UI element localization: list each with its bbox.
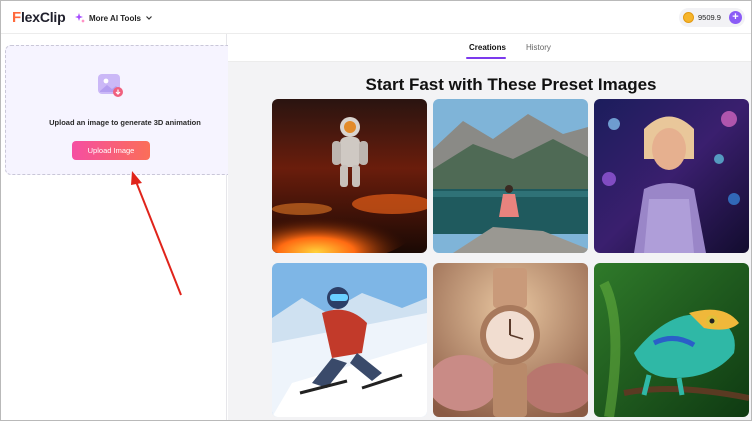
logo-text: lexClip (20, 9, 66, 25)
sparkle-icon (75, 13, 85, 23)
upload-panel: Upload an image to generate 3D animation… (1, 34, 245, 420)
preset-image-neon-portrait[interactable] (594, 99, 749, 253)
image-upload-icon (98, 74, 123, 97)
app-window: FlexClip More AI Tools 9509.9 + Upload a… (0, 0, 752, 421)
active-tab-indicator (466, 57, 506, 59)
credits-value: 9509.9 (698, 13, 721, 22)
flexclip-logo[interactable]: FlexClip (12, 7, 66, 27)
page-title: Start Fast with These Preset Images (365, 75, 657, 94)
credits-badge[interactable]: 9509.9 + (679, 8, 745, 27)
tab-creations[interactable]: Creations (469, 43, 506, 52)
chevron-down-icon (146, 16, 152, 20)
logo-initial: F (12, 8, 21, 26)
watch-image (433, 263, 588, 417)
more-ai-tools-label: More AI Tools (89, 13, 141, 23)
upload-hint: Upload an image to generate 3D animation (49, 118, 201, 127)
mountain-lake-image (433, 99, 588, 253)
upload-image-button[interactable]: Upload Image (72, 141, 150, 160)
preset-image-chameleon[interactable] (594, 263, 749, 417)
skier-image (272, 263, 427, 417)
coin-icon (683, 12, 694, 23)
preset-image-watch[interactable] (433, 263, 588, 417)
preset-image-skier[interactable] (272, 263, 427, 417)
chameleon-image (594, 263, 749, 417)
preset-image-astronaut[interactable] (272, 99, 427, 253)
annotation-arrow (131, 171, 182, 296)
preset-image-mountain-lake[interactable] (433, 99, 588, 253)
add-credits-button[interactable]: + (729, 11, 742, 24)
tab-bar: Creations History (228, 34, 751, 62)
top-bar: FlexClip More AI Tools 9509.9 + (1, 1, 751, 34)
presets-area: Creations History Start Fast with These … (228, 34, 751, 420)
more-ai-tools-menu[interactable]: More AI Tools (75, 10, 153, 26)
upload-dropzone[interactable]: Upload an image to generate 3D animation… (5, 45, 245, 175)
neon-portrait-image (594, 99, 749, 253)
tab-history[interactable]: History (526, 43, 551, 52)
astronaut-image (272, 99, 427, 253)
